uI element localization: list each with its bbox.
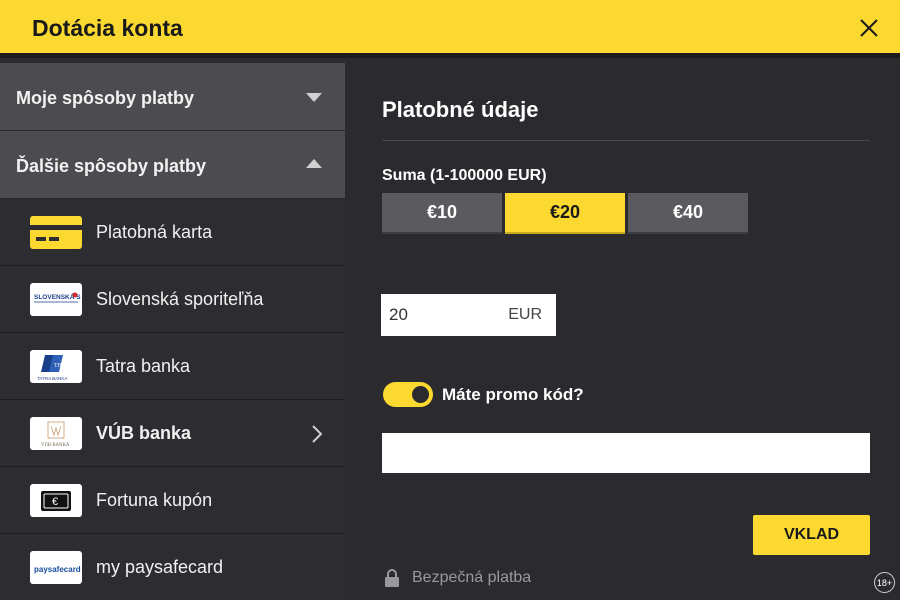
- toggle-knob: [412, 386, 429, 403]
- tatra-banka-logo: TB TATRA BANKA: [30, 350, 82, 383]
- chevron-down-icon: [306, 93, 322, 102]
- method-label: Slovenská sporiteľňa: [96, 289, 264, 309]
- paysafecard-logo-text: paysafecard: [34, 565, 81, 574]
- method-label: Fortuna kupón: [96, 490, 213, 510]
- method-tatra[interactable]: TB TATRA BANKA Tatra banka: [0, 333, 345, 400]
- amount-presets: €10 €20 €40: [382, 193, 748, 234]
- tatra-logo-text: TATRA BANKA: [37, 376, 67, 381]
- promo-label: Máte promo kód?: [442, 384, 584, 404]
- card-icon: [30, 216, 82, 249]
- amount-40-button[interactable]: €40: [628, 193, 748, 234]
- method-fortuna-kupon[interactable]: € Fortuna kupón: [0, 467, 345, 534]
- payment-details-panel: Platobné údaje Suma (1-100000 EUR) €10 €…: [345, 63, 900, 600]
- svg-text:TB: TB: [54, 363, 62, 369]
- panel-title: Platobné údaje: [382, 97, 539, 122]
- age-restriction-badge: 18+: [874, 572, 895, 593]
- secure-payment: Bezpečná platba: [384, 568, 531, 588]
- amount-20-button[interactable]: €20: [505, 193, 625, 234]
- method-label: Platobná karta: [96, 222, 213, 242]
- my-methods-label: Moje spôsoby platby: [16, 88, 195, 108]
- vub-logo-text: VÚB BANKA: [41, 442, 70, 448]
- amount-10-button[interactable]: €10: [382, 193, 502, 234]
- slsp-logo: SLOVENSKÁ SPORITEĽŇA: [30, 283, 82, 316]
- currency-label: EUR: [508, 306, 542, 323]
- method-paysafecard[interactable]: paysafecard my paysafecard: [0, 534, 345, 600]
- svg-text:€: €: [52, 496, 58, 508]
- chevron-right-icon: [312, 425, 323, 443]
- method-label: VÚB banka: [96, 423, 192, 443]
- promo-row: Máte promo kód?: [383, 382, 584, 407]
- my-methods-section[interactable]: Moje spôsoby platby: [0, 63, 345, 131]
- promo-toggle[interactable]: [383, 382, 433, 407]
- divider: [382, 140, 870, 141]
- vub-logo: VÚB BANKA: [30, 417, 82, 450]
- modal-header: Dotácia konta: [0, 0, 900, 58]
- promo-code-input[interactable]: [382, 433, 870, 473]
- amount-field: EUR: [381, 294, 556, 336]
- method-label: Tatra banka: [96, 356, 191, 376]
- other-methods-label: Ďalšie spôsoby platby: [16, 156, 207, 176]
- lock-icon: [385, 569, 399, 587]
- method-label: my paysafecard: [96, 557, 224, 577]
- payment-methods-sidebar: Moje spôsoby platby Ďalšie spôsoby platb…: [0, 63, 345, 600]
- method-vub[interactable]: VÚB BANKA VÚB banka: [0, 400, 345, 467]
- modal-title: Dotácia konta: [32, 15, 183, 41]
- deposit-button[interactable]: VKLAD: [753, 515, 870, 555]
- chevron-up-icon: [306, 159, 322, 168]
- other-methods-section[interactable]: Ďalšie spôsoby platby: [0, 131, 345, 199]
- secure-payment-label: Bezpečná platba: [412, 569, 532, 586]
- euro-voucher-icon: €: [30, 484, 82, 517]
- paysafecard-logo: paysafecard: [30, 551, 82, 584]
- amount-input[interactable]: [381, 294, 501, 336]
- close-icon[interactable]: [858, 17, 880, 39]
- amount-label: Suma (1-100000 EUR): [382, 167, 547, 184]
- method-slsp[interactable]: SLOVENSKÁ SPORITEĽŇA Slovenská sporiteľň…: [0, 266, 345, 333]
- method-card[interactable]: Platobná karta: [0, 199, 345, 266]
